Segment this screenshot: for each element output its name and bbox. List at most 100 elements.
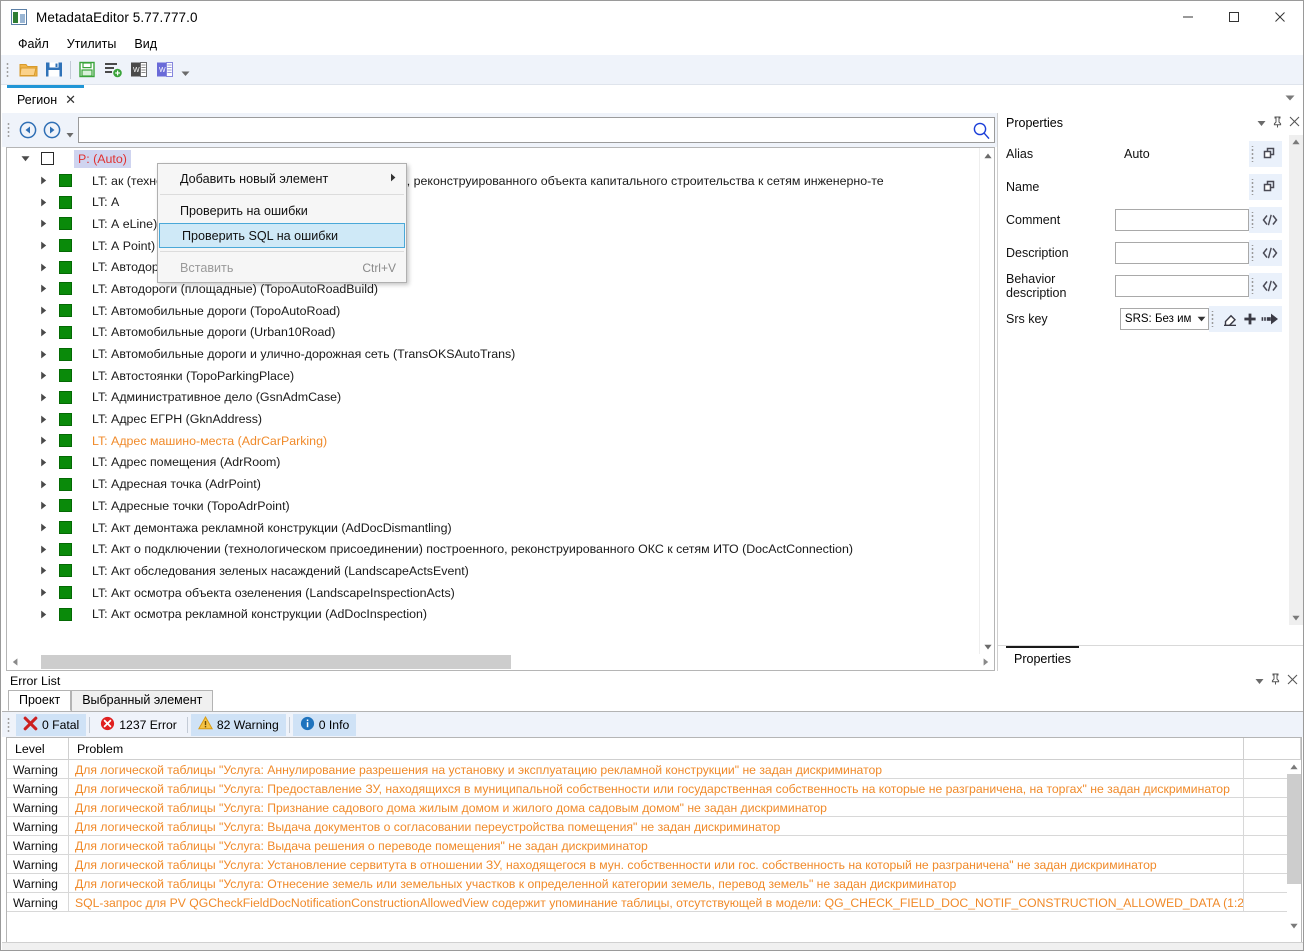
search-icon[interactable] — [968, 118, 994, 142]
error-row[interactable]: Warning Для логической таблицы "Услуга: В… — [7, 817, 1301, 836]
error-toolbar-gripper[interactable] — [6, 715, 13, 734]
property-input[interactable] — [1115, 274, 1249, 297]
code-icon[interactable] — [1260, 242, 1280, 264]
tree-row[interactable]: LT: Автодороги (площадные) (TopoAutoRoad… — [7, 278, 979, 300]
error-row[interactable]: Warning Для логической таблицы "Услуга: У… — [7, 855, 1301, 874]
tree-row[interactable]: LT: А eLine) — [7, 213, 979, 235]
property-tools-gripper[interactable] — [1211, 310, 1217, 327]
context-menu-item[interactable]: Проверить на ошибки — [158, 198, 406, 223]
scroll-up-icon[interactable] — [1287, 760, 1301, 774]
maximize-button[interactable] — [1211, 1, 1257, 33]
error-row[interactable]: Warning Для логической таблицы "Услуга: П… — [7, 798, 1301, 817]
chevron-right-icon[interactable] — [35, 216, 51, 232]
close-button[interactable] — [1257, 1, 1303, 33]
eraser-icon[interactable] — [1220, 308, 1240, 330]
context-menu-item[interactable]: Добавить новый элемент — [158, 166, 406, 191]
property-tools-gripper[interactable] — [1251, 211, 1257, 228]
back-arrow-icon[interactable] — [16, 118, 40, 142]
close-icon[interactable]: ✕ — [65, 93, 76, 106]
scroll-down-icon[interactable] — [1289, 611, 1303, 625]
chevron-right-icon[interactable] — [35, 433, 51, 449]
chevron-right-icon[interactable] — [35, 368, 51, 384]
hscroll-track[interactable] — [23, 654, 978, 670]
column-header-level[interactable]: Level — [7, 738, 69, 760]
tree-row[interactable]: LT: Автомобильные дороги и улично-дорожн… — [7, 343, 979, 365]
chevron-right-icon[interactable] — [35, 324, 51, 340]
doc-tab-region[interactable]: Регион ✕ — [7, 85, 85, 111]
tree-row[interactable]: LT: Адрес машино-места (AdrCarParking) — [7, 430, 979, 452]
code-icon[interactable] — [1260, 275, 1280, 297]
tree-row[interactable]: LT: Адрес ЕГРН (GknAddress) — [7, 408, 979, 430]
tree-context-menu[interactable]: Добавить новый элемент Проверить на ошибк… — [157, 163, 407, 283]
export-icon[interactable] — [74, 57, 100, 83]
chevron-right-icon[interactable] — [35, 259, 51, 275]
property-tools-gripper[interactable] — [1251, 244, 1257, 261]
chevron-down-icon[interactable] — [17, 151, 33, 167]
column-header-extra[interactable] — [1244, 738, 1301, 760]
dropdown-icon[interactable] — [1257, 116, 1266, 130]
navbar-gripper[interactable] — [6, 121, 13, 139]
filter-chip-fatal[interactable]: 0 Fatal — [16, 713, 87, 736]
property-tools-gripper[interactable] — [1251, 277, 1257, 294]
error-row[interactable]: Warning Для логической таблицы "Услуга: А… — [7, 760, 1301, 779]
chevron-right-icon[interactable] — [35, 454, 51, 470]
chevron-right-icon[interactable] — [35, 303, 51, 319]
scroll-up-icon[interactable] — [980, 148, 994, 163]
scroll-left-icon[interactable] — [7, 654, 23, 670]
pin-icon[interactable] — [1270, 673, 1281, 688]
minimize-button[interactable] — [1165, 1, 1211, 33]
chevron-right-icon[interactable] — [35, 346, 51, 362]
tree-row[interactable]: LT: Адресная точка (AdrPoint) — [7, 473, 979, 495]
scroll-down-icon[interactable] — [980, 639, 994, 654]
chevron-right-icon[interactable] — [35, 541, 51, 557]
link-copy-icon[interactable] — [1260, 176, 1280, 198]
navbar-overflow-icon[interactable] — [64, 117, 76, 143]
toolbar-overflow-icon[interactable] — [178, 57, 192, 83]
tree-row-root[interactable]: P: (Auto) — [7, 148, 979, 170]
scroll-up-icon[interactable] — [1289, 135, 1303, 149]
tab-properties[interactable]: Properties — [1006, 646, 1079, 666]
chevron-right-icon[interactable] — [35, 194, 51, 210]
tree-root-checkbox[interactable] — [41, 152, 54, 166]
tree-row[interactable]: LT: Автостоянки (TopoParkingPlace) — [7, 365, 979, 387]
add-list-icon[interactable] — [100, 57, 126, 83]
tree-vertical-scrollbar[interactable] — [979, 148, 994, 654]
open-folder-icon[interactable] — [15, 57, 41, 83]
chevron-right-icon[interactable] — [35, 585, 51, 601]
error-row[interactable]: Warning Для логической таблицы "Услуга: О… — [7, 874, 1301, 893]
tree-row[interactable]: LT: Административное дело (GsnAdmCase) — [7, 387, 979, 409]
chevron-right-icon[interactable] — [35, 606, 51, 622]
tree-row[interactable]: LT: Акт о подключении (технологическом п… — [7, 538, 979, 560]
tree-row[interactable]: LT: Автомобильные дороги (Urban10Road) — [7, 322, 979, 344]
tree-row[interactable]: LT: Автодороги (линейные) (TopoAutoRoadL… — [7, 256, 979, 278]
code-icon[interactable] — [1260, 209, 1280, 231]
chevron-right-icon[interactable] — [35, 498, 51, 514]
properties-vertical-scrollbar[interactable] — [1289, 135, 1303, 625]
tree-row[interactable]: LT: А Point) — [7, 235, 979, 257]
property-tools-gripper[interactable] — [1251, 145, 1257, 162]
toolbar-gripper[interactable] — [5, 60, 12, 79]
property-input[interactable] — [1115, 241, 1249, 264]
chevron-right-icon[interactable] — [35, 281, 51, 297]
filter-chip-info[interactable]: 0 Info — [292, 713, 357, 736]
word-doc-icon[interactable]: W — [126, 57, 152, 83]
tab-project[interactable]: Проект — [8, 690, 72, 711]
dropdown-icon[interactable] — [1255, 674, 1264, 688]
tree-row[interactable]: LT: Автомобильные дороги (TopoAutoRoad) — [7, 300, 979, 322]
menu-item-file[interactable]: Файл — [9, 35, 58, 53]
tree-row[interactable]: LT: Акт демонтажа рекламной конструкции … — [7, 517, 979, 539]
tree-row[interactable]: LT: А — [7, 191, 979, 213]
chevron-right-icon[interactable] — [35, 411, 51, 427]
search-input[interactable] — [79, 119, 968, 141]
scroll-right-icon[interactable] — [978, 654, 994, 670]
chevron-right-icon[interactable] — [35, 173, 51, 189]
tabstrip-overflow-icon[interactable] — [1285, 85, 1303, 111]
error-row[interactable]: Warning Для логической таблицы "Услуга: П… — [7, 779, 1301, 798]
tree-rows-container[interactable]: P: (Auto) LT: ак (технологическом присоед… — [7, 148, 979, 654]
tree-row[interactable]: LT: ак (технологическом присоединении) п… — [7, 170, 979, 192]
menu-item-view[interactable]: Вид — [125, 35, 166, 53]
tree-row[interactable]: LT: Акт обследования зеленых насаждений … — [7, 560, 979, 582]
word-doc-blue-icon[interactable]: W — [152, 57, 178, 83]
property-select[interactable]: SRS: Без им — [1119, 307, 1209, 330]
tree-row[interactable]: LT: Адрес помещения (AdrRoom) — [7, 452, 979, 474]
